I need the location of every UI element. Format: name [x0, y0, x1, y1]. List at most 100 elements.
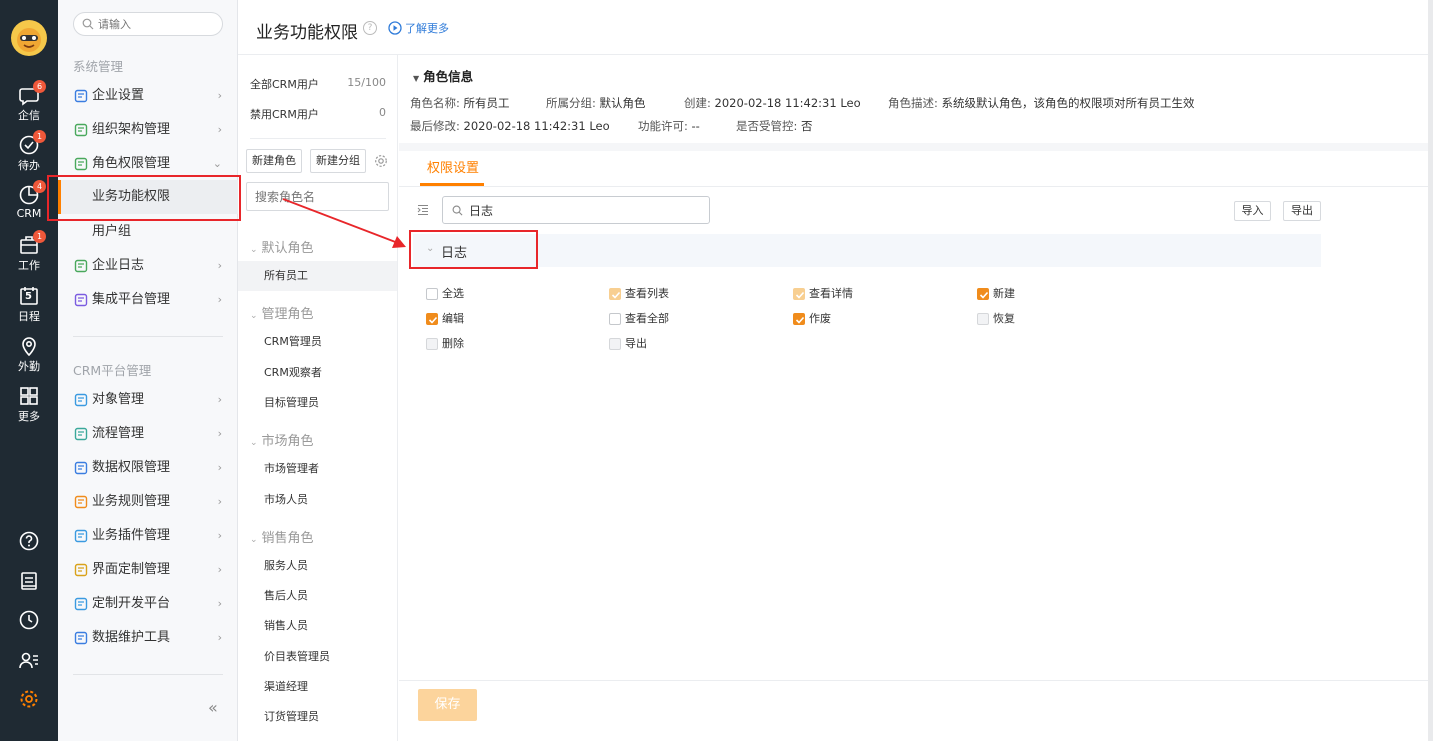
help-icon[interactable]: ? — [363, 21, 377, 35]
role-group-label: 所属分组: — [546, 96, 596, 110]
nav-item-ui-customize[interactable]: 界面定制管理 › — [58, 555, 238, 585]
role-item[interactable]: 所有员工 — [238, 261, 397, 291]
checkbox-box[interactable] — [609, 338, 621, 350]
role-item[interactable]: 价目表管理员 — [238, 642, 397, 672]
rail-item-label: 日程 — [18, 310, 40, 323]
role-item[interactable]: CRM管理员 — [238, 327, 397, 357]
permission-label: 查看列表 — [625, 287, 669, 300]
role-item-label: 订货管理员 — [264, 710, 319, 724]
rail-item-label: 外勤 — [18, 360, 40, 373]
role-item[interactable]: 订货管理员 — [238, 702, 397, 732]
divider — [73, 674, 223, 675]
checkbox-box[interactable] — [793, 288, 805, 300]
checkbox-box[interactable] — [426, 313, 438, 325]
nav-item-business-rule[interactable]: 业务规则管理 › — [58, 487, 238, 517]
role-group-name: 管理角色 — [261, 307, 314, 323]
role-item[interactable]: 市场人员 — [238, 485, 397, 515]
collapse-sidebar-button[interactable]: « — [208, 698, 218, 717]
permission-search-input[interactable] — [469, 202, 699, 218]
nav-search-input[interactable] — [98, 16, 213, 32]
checkbox-box[interactable] — [609, 313, 621, 325]
role-item-label: 市场管理者 — [264, 462, 319, 476]
permission-search[interactable] — [442, 196, 710, 224]
section-gap — [399, 143, 1428, 151]
rail-item-grid[interactable]: 更多 — [0, 385, 58, 424]
nav-item-label: 定制开发平台 — [92, 596, 171, 611]
briefcase-icon — [0, 234, 58, 256]
rail-item-chat[interactable]: 企信 6 — [0, 80, 58, 123]
checkbox-box[interactable] — [426, 338, 438, 350]
checkbox-box[interactable] — [977, 288, 989, 300]
user-avatar[interactable] — [11, 20, 47, 56]
nav-item-enterprise-settings[interactable]: 企业设置 › — [58, 81, 238, 111]
checkbox-box[interactable] — [793, 313, 805, 325]
gear-icon[interactable] — [374, 154, 388, 168]
rail-item-calendar[interactable]: 5 日程 — [0, 285, 58, 324]
checkbox-box[interactable] — [609, 288, 621, 300]
role-group-header[interactable]: ⌄ 销售角色 — [250, 527, 314, 546]
checkbox-box[interactable] — [977, 313, 989, 325]
nav-item-integration-platform[interactable]: 集成平台管理 › — [58, 285, 238, 315]
module-row-log[interactable]: ⌄ 日志 — [413, 234, 1321, 267]
role-item[interactable]: 目标管理员 — [238, 388, 397, 418]
chevron-right-icon: › — [217, 461, 222, 474]
nav-item-label: 企业日志 — [92, 258, 145, 273]
rail-item-location[interactable]: 外勤 — [0, 335, 58, 374]
role-permission-icon — [74, 157, 88, 171]
help-icon[interactable] — [0, 530, 58, 552]
save-button[interactable]: 保存 — [418, 689, 477, 721]
disabled-crm-users[interactable]: 禁用CRM用户 0 — [250, 106, 386, 122]
nav-item-org-structure[interactable]: 组织架构管理 › — [58, 115, 238, 145]
nav-item-enterprise-log[interactable]: 企业日志 › — [58, 251, 238, 281]
role-controlled-value: 否 — [801, 119, 813, 133]
nav-item-data-tools[interactable]: 数据维护工具 › — [58, 623, 238, 653]
calendar-day-number: 5 — [25, 291, 32, 302]
nav-item-object-cube[interactable]: 对象管理 › — [58, 385, 238, 415]
export-button[interactable]: 导出 — [1283, 201, 1321, 221]
checkbox-box[interactable] — [426, 288, 438, 300]
rail-item-todo-check[interactable]: 待办 1 — [0, 130, 58, 173]
rail-item-briefcase[interactable]: 工作 1 — [0, 230, 58, 273]
new-role-button[interactable]: 新建角色 — [246, 149, 302, 173]
permission-label: 新建 — [993, 287, 1015, 300]
import-button[interactable]: 导入 — [1234, 201, 1271, 221]
chevron-right-icon: › — [217, 529, 222, 542]
notification-badge: 1 — [33, 130, 46, 143]
permission-label: 编辑 — [442, 312, 464, 325]
nav-search[interactable] — [73, 12, 223, 36]
annotation-highlight-module — [409, 230, 538, 269]
grid-icon — [0, 385, 58, 407]
role-item[interactable]: 市场管理者 — [238, 454, 397, 484]
contacts-icon[interactable] — [0, 649, 58, 671]
all-crm-users[interactable]: 全部CRM用户 15/100 — [250, 76, 386, 92]
ui-customize-icon — [74, 563, 88, 577]
nav-item-label: 对象管理 — [92, 392, 145, 407]
org-structure-icon — [74, 123, 88, 137]
role-item[interactable]: 销售人员 — [238, 611, 397, 641]
settings-gear-icon[interactable] — [0, 688, 58, 710]
new-group-button[interactable]: 新建分组 — [310, 149, 366, 173]
nav-item-plugin-puzzle[interactable]: 业务插件管理 › — [58, 521, 238, 551]
role-group-header[interactable]: ⌄ 市场角色 — [250, 430, 314, 449]
chevron-right-icon: › — [217, 259, 222, 272]
permission-label: 删除 — [442, 337, 464, 350]
rail-item-label: 更多 — [18, 410, 40, 423]
workflow-icon — [74, 427, 88, 441]
indent-menu-icon[interactable] — [417, 204, 429, 216]
nav-item-data-permission[interactable]: 数据权限管理 › — [58, 453, 238, 483]
role-group-header[interactable]: ⌄ 管理角色 — [250, 303, 314, 322]
nav-item-dev-platform[interactable]: 定制开发平台 › — [58, 589, 238, 619]
chevron-right-icon: › — [217, 393, 222, 406]
nav-item-workflow[interactable]: 流程管理 › — [58, 419, 238, 449]
role-item[interactable]: CRM观察者 — [238, 358, 397, 388]
clock-icon[interactable] — [0, 609, 58, 631]
role-info-heading[interactable]: ▼ 角色信息 — [413, 66, 473, 85]
role-item[interactable]: 渠道经理 — [238, 672, 397, 702]
clipboard-icon[interactable] — [0, 570, 58, 592]
rail-item-label: 企信 — [18, 109, 40, 122]
role-item[interactable]: 售后人员 — [238, 581, 397, 611]
role-item[interactable]: 服务人员 — [238, 551, 397, 581]
checkmark-icon — [795, 291, 805, 299]
annotation-arrow-icon — [282, 198, 406, 248]
chevron-right-icon: › — [217, 631, 222, 644]
